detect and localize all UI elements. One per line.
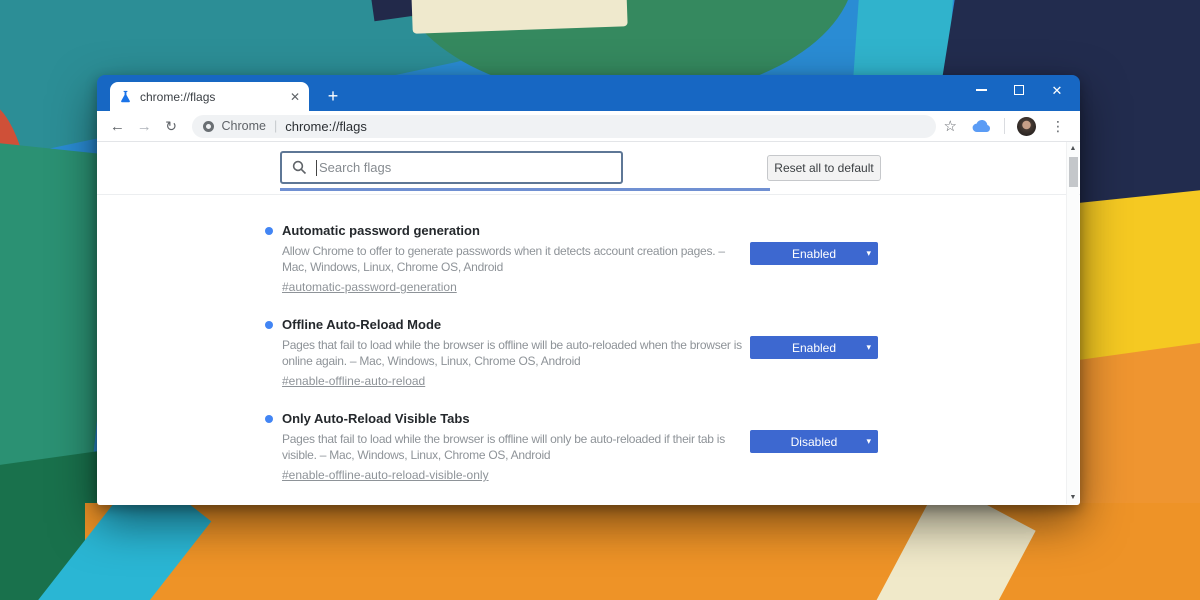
- flag-row: Only Auto-Reload Visible Tabs Pages that…: [265, 411, 878, 484]
- flag-description: Allow Chrome to offer to generate passwo…: [282, 243, 748, 275]
- flag-description: Pages that fail to load while the browse…: [282, 337, 748, 369]
- minimize-button[interactable]: [962, 75, 1000, 105]
- flag-text: Offline Auto-Reload Mode Pages that fail…: [282, 317, 748, 390]
- scrollbar[interactable]: ▲ ▼: [1066, 142, 1079, 504]
- url-separator: |: [274, 119, 277, 133]
- flag-dropdown[interactable]: Enabled ▾: [750, 336, 878, 359]
- tab-chrome-flags[interactable]: chrome://flags ✕: [110, 82, 309, 111]
- search-input[interactable]: Search flags: [280, 151, 623, 184]
- browser-toolbar: ← → ↻ Chrome | chrome://flags ☆ ⋮: [97, 111, 1080, 142]
- desktop: chrome://flags ✕ + ✕ ← → ↻ Chrome | chro…: [0, 0, 1200, 600]
- wallpaper-orange-bottom: [85, 503, 1200, 600]
- titlebar: chrome://flags ✕ + ✕: [97, 75, 1080, 111]
- chevron-down-icon: ▾: [866, 436, 871, 447]
- chevron-down-icon: ▾: [866, 248, 871, 259]
- chevron-down-icon: ▾: [866, 342, 871, 353]
- flag-dropdown[interactable]: Enabled ▾: [750, 242, 878, 265]
- back-button[interactable]: ←: [104, 118, 131, 135]
- toolbar-divider: [1004, 118, 1005, 134]
- browser-window: chrome://flags ✕ + ✕ ← → ↻ Chrome | chro…: [97, 75, 1080, 505]
- flag-title: Only Auto-Reload Visible Tabs: [282, 411, 748, 426]
- bookmark-star-icon[interactable]: ☆: [936, 117, 965, 135]
- close-icon: ✕: [1052, 84, 1063, 97]
- flask-icon: [119, 90, 132, 103]
- flag-bullet-icon: [265, 227, 273, 235]
- flags-list: Automatic password generation Allow Chro…: [97, 195, 1080, 505]
- minimize-icon: [976, 89, 987, 91]
- maximize-button[interactable]: [1000, 75, 1038, 105]
- reset-all-button[interactable]: Reset all to default: [767, 155, 881, 181]
- cloud-sync-icon[interactable]: [965, 119, 999, 133]
- flag-text: Only Auto-Reload Visible Tabs Pages that…: [282, 411, 748, 484]
- site-label: Chrome: [222, 119, 266, 133]
- tab-close-icon[interactable]: ✕: [290, 91, 300, 103]
- flag-dropdown-value: Enabled: [792, 341, 836, 355]
- flag-permalink[interactable]: #enable-offline-auto-reload: [282, 374, 425, 388]
- flag-title: Automatic password generation: [282, 223, 748, 238]
- scrollbar-up-icon[interactable]: ▲: [1070, 142, 1077, 155]
- toolbar-right: ☆ ⋮: [936, 117, 1073, 136]
- flag-description: Pages that fail to load while the browse…: [282, 431, 748, 463]
- text-caret: [316, 160, 317, 176]
- scrollbar-thumb[interactable]: [1069, 157, 1078, 187]
- profile-avatar[interactable]: [1017, 117, 1036, 136]
- forward-button[interactable]: →: [131, 118, 158, 135]
- flag-permalink[interactable]: #automatic-password-generation: [282, 280, 457, 294]
- new-tab-button[interactable]: +: [320, 83, 346, 109]
- search-placeholder: Search flags: [319, 160, 391, 175]
- window-controls: ✕: [962, 75, 1076, 105]
- flag-title: Offline Auto-Reload Mode: [282, 317, 748, 332]
- available-tab-indicator: [280, 188, 770, 191]
- flag-dropdown-value: Enabled: [792, 247, 836, 261]
- close-button[interactable]: ✕: [1038, 75, 1076, 105]
- flag-permalink[interactable]: #enable-offline-auto-reload-visible-only: [282, 468, 489, 482]
- flag-dropdown[interactable]: Disabled ▾: [750, 430, 878, 453]
- flag-text: Automatic password generation Allow Chro…: [282, 223, 748, 296]
- reload-button[interactable]: ↻: [158, 118, 185, 135]
- flag-row: Automatic password generation Allow Chro…: [265, 223, 878, 296]
- chrome-badge-icon: [203, 121, 214, 132]
- url-text: chrome://flags: [285, 119, 367, 134]
- search-icon: [292, 160, 307, 175]
- scrollbar-down-icon[interactable]: ▼: [1070, 491, 1077, 504]
- tab-title: chrome://flags: [140, 90, 290, 104]
- flag-row: Offline Auto-Reload Mode Pages that fail…: [265, 317, 878, 390]
- menu-dots-icon[interactable]: ⋮: [1043, 118, 1073, 135]
- flag-bullet-icon: [265, 415, 273, 423]
- flag-bullet-icon: [265, 321, 273, 329]
- flag-dropdown-value: Disabled: [791, 435, 838, 449]
- flags-page: Search flags Reset all to default Automa…: [97, 142, 1080, 505]
- maximize-icon: [1014, 85, 1024, 95]
- address-bar[interactable]: Chrome | chrome://flags: [192, 115, 936, 138]
